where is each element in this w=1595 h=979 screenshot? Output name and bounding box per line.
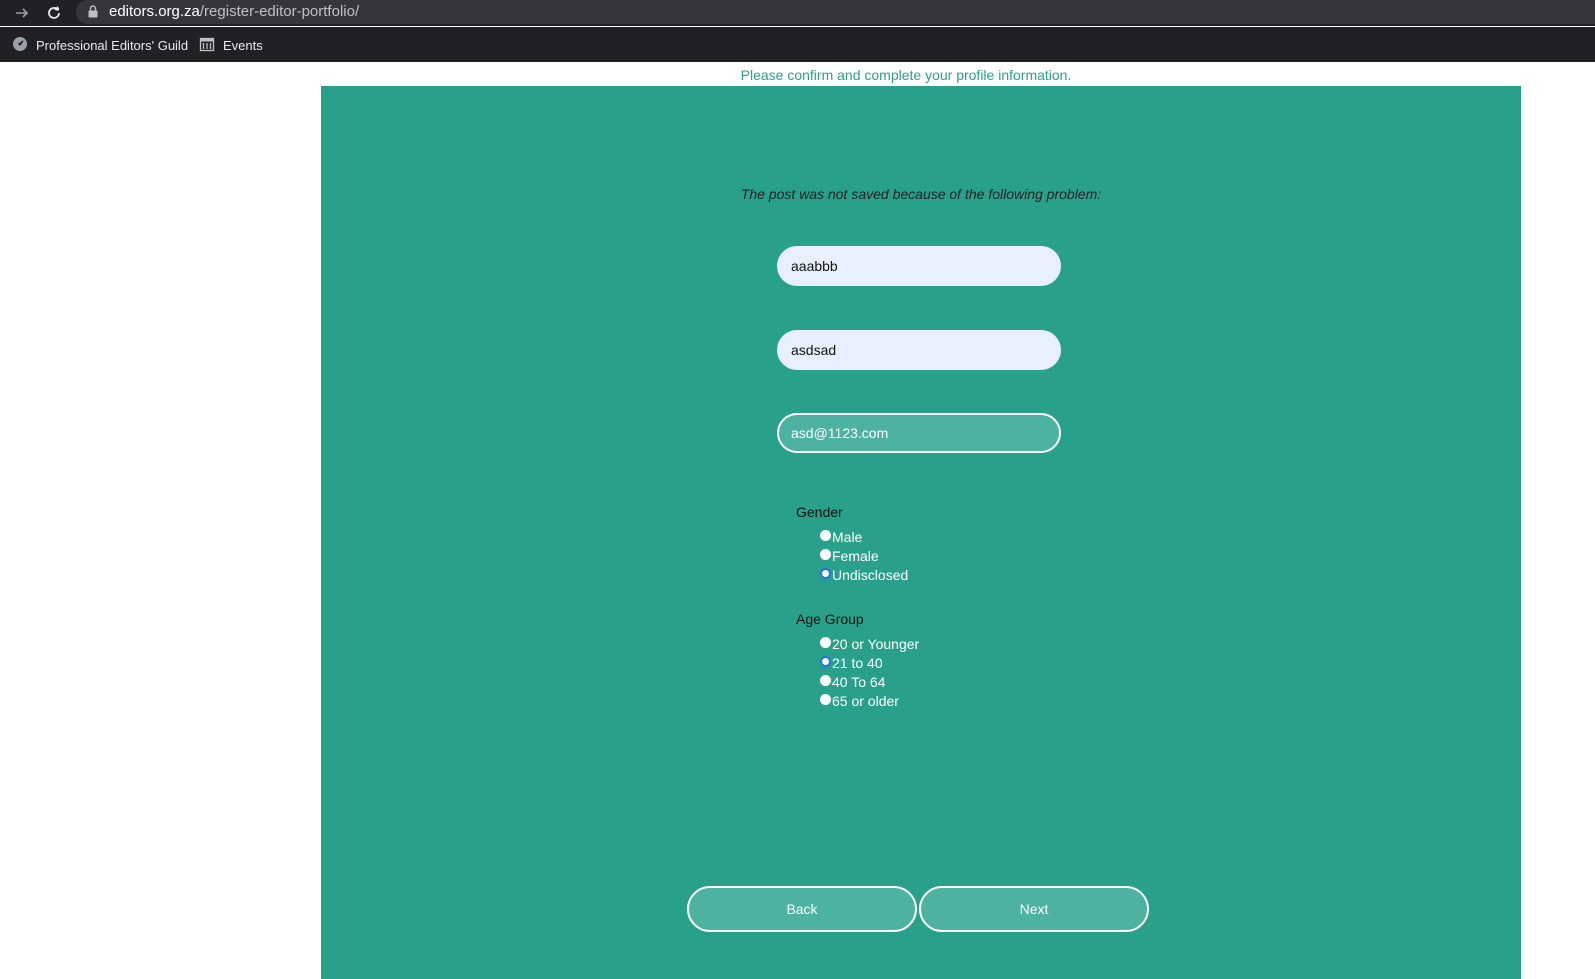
- page-subtitle: Please confirm and complete your profile…: [740, 67, 1072, 83]
- gauge-icon: [12, 36, 36, 55]
- next-button[interactable]: Next: [919, 886, 1149, 932]
- age-group-label: Age Group: [796, 611, 864, 627]
- gender-option-male[interactable]: Male: [820, 527, 862, 546]
- error-message: The post was not saved because of the fo…: [740, 186, 1102, 202]
- bookmark-label: Events: [223, 37, 263, 53]
- gender-option-undisclosed[interactable]: Undisclosed: [820, 565, 908, 584]
- bookmark-events[interactable]: Events: [199, 35, 263, 55]
- back-button[interactable]: Back: [687, 886, 917, 932]
- radio-button[interactable]: [820, 694, 831, 705]
- radio-button[interactable]: [820, 530, 831, 541]
- radio-label: 20 or Younger: [832, 635, 920, 652]
- bookmark-label: Professional Editors' Guild: [36, 37, 189, 53]
- last-name-input[interactable]: [777, 330, 1061, 370]
- browser-toolbar: editors.org.za/register-editor-portfolio…: [0, 0, 1595, 26]
- age-option-20-or-younger[interactable]: 20 or Younger: [820, 634, 919, 653]
- url-host: editors.org.za: [109, 3, 200, 20]
- radio-label: 40 To 64: [832, 673, 886, 690]
- reload-icon[interactable]: [44, 3, 64, 23]
- age-option-40-to-64[interactable]: 40 To 64: [820, 672, 885, 691]
- radio-label: Undisclosed: [832, 566, 909, 583]
- age-option-65-or-older[interactable]: 65 or older: [820, 691, 899, 710]
- radio-button[interactable]: [820, 549, 831, 560]
- radio-button-selected[interactable]: [820, 656, 831, 667]
- gender-option-female[interactable]: Female: [820, 546, 879, 565]
- radio-label: Male: [832, 528, 863, 545]
- bookmarks-bar: Professional Editors' Guild Events: [0, 27, 1595, 62]
- radio-button[interactable]: [820, 675, 831, 686]
- bookmark-professional-editors-guild[interactable]: Professional Editors' Guild: [12, 35, 188, 55]
- age-option-21-to-40[interactable]: 21 to 40: [820, 653, 883, 672]
- email-input[interactable]: [777, 413, 1061, 453]
- forward-arrow-icon[interactable]: [12, 3, 32, 23]
- first-name-input[interactable]: [777, 246, 1061, 286]
- radio-button[interactable]: [820, 637, 831, 648]
- url-path: /register-editor-portfolio/: [199, 3, 360, 20]
- gender-label: Gender: [796, 504, 843, 520]
- address-bar[interactable]: editors.org.za/register-editor-portfolio…: [76, 0, 1595, 24]
- radio-label: Female: [832, 547, 879, 564]
- radio-label: 65 or older: [832, 692, 899, 709]
- lock-icon: [88, 5, 100, 19]
- url-text: editors.org.za/register-editor-portfolio…: [109, 2, 359, 22]
- radio-button-selected[interactable]: [820, 568, 831, 579]
- registration-panel: The post was not saved because of the fo…: [321, 86, 1521, 979]
- calendar-icon: [199, 36, 223, 55]
- radio-label: 21 to 40: [832, 654, 883, 671]
